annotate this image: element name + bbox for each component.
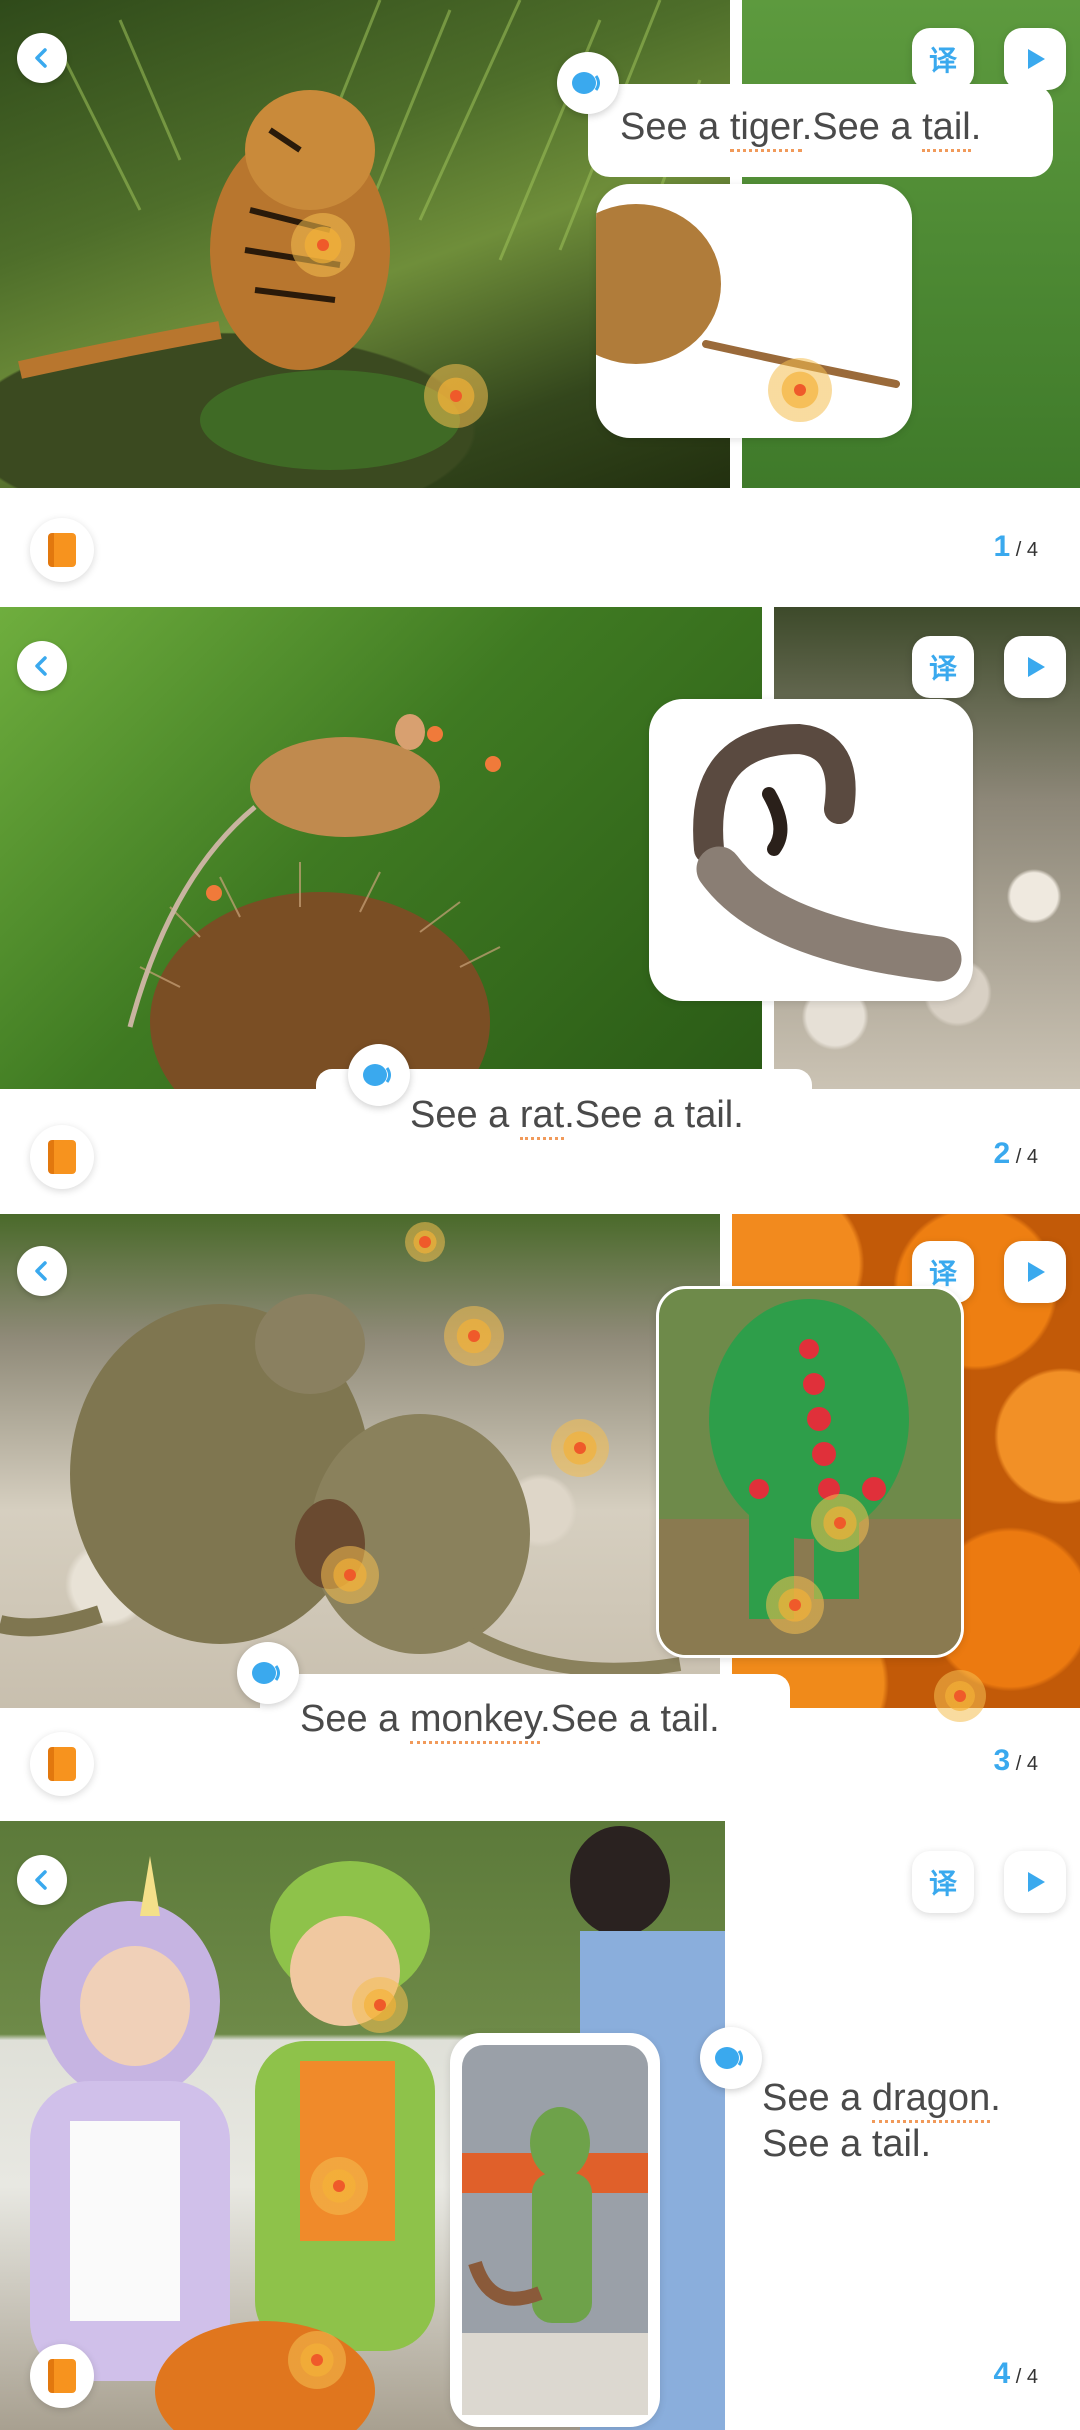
hotspot[interactable] <box>424 364 488 428</box>
back-button[interactable] <box>17 641 67 691</box>
chevron-left-icon <box>35 48 47 68</box>
play-icon <box>1028 49 1045 69</box>
chevron-left-icon <box>35 1870 47 1890</box>
vocab-word[interactable]: monkey <box>409 1698 541 1744</box>
speaker-icon <box>715 2047 743 2069</box>
hotspot-dot[interactable] <box>206 885 222 901</box>
page-total: / 4 <box>1015 1753 1038 1775</box>
back-button[interactable] <box>17 1246 67 1296</box>
hotspot-dot[interactable] <box>427 726 443 742</box>
translate-button[interactable]: 译 <box>912 1851 974 1913</box>
translate-button[interactable]: 译 <box>912 636 974 698</box>
squirrel-tail-image <box>693 723 962 982</box>
speaker-icon <box>572 72 600 94</box>
hotspot-dot[interactable] <box>485 756 501 772</box>
bookshelf-button[interactable] <box>30 1732 94 1796</box>
page-current: 3 <box>993 1744 1011 1777</box>
bookshelf-button[interactable] <box>30 1125 94 1189</box>
vocab-word[interactable]: rat <box>519 1094 565 1140</box>
play-icon <box>1028 1262 1045 1282</box>
reader-page-2: 译 See a rat.See a tail. 2 / 4 <box>0 607 1080 1214</box>
audio-button[interactable] <box>700 2027 762 2089</box>
sentence-part: See a <box>300 1698 410 1740</box>
play-button[interactable] <box>1004 28 1066 90</box>
page-total: / 4 <box>1015 539 1038 561</box>
sentence-part: . <box>970 106 982 148</box>
page-indicator: 1 / 4 <box>994 530 1039 564</box>
play-button[interactable] <box>1004 1851 1066 1913</box>
audio-button[interactable] <box>557 52 619 114</box>
page-indicator: 4 / 4 <box>994 2357 1039 2391</box>
sentence-text[interactable]: See a monkey.See a tail. <box>300 1696 720 1744</box>
reader-page-1: 译 See a tiger.See a tail. 1 / 4 <box>0 0 1080 607</box>
tail-card[interactable] <box>450 2033 660 2427</box>
page-indicator: 2 / 4 <box>994 1137 1039 1171</box>
hotspot[interactable] <box>321 1546 379 1604</box>
hotspot[interactable] <box>405 1222 445 1262</box>
page-current: 1 <box>993 530 1011 563</box>
bookshelf-button[interactable] <box>30 518 94 582</box>
audio-button[interactable] <box>348 1044 410 1106</box>
sentence-part: See a <box>762 2077 872 2119</box>
sentence-part: See a <box>620 106 730 148</box>
sentence-part: . <box>990 2077 1001 2119</box>
translate-label: 译 <box>928 44 957 77</box>
hotspot[interactable] <box>444 1306 504 1366</box>
dragon-costume-image <box>462 2045 648 2415</box>
page-total: / 4 <box>1015 1146 1038 1168</box>
translate-label: 译 <box>928 1867 957 1900</box>
play-icon <box>1028 657 1045 677</box>
rat-photo <box>0 607 762 1089</box>
audio-button[interactable] <box>237 1642 299 1704</box>
sentence-text[interactable]: See a tiger.See a tail. <box>620 104 982 152</box>
back-button[interactable] <box>17 33 67 83</box>
sentence-part: .See a <box>801 106 923 148</box>
hotspot[interactable] <box>352 1977 408 2033</box>
sentence-part: See a tail. <box>762 2123 931 2165</box>
reader-page-4: 译 See a dragon. See a tail. 4 / 4 <box>0 1821 1080 2430</box>
chevron-left-icon <box>35 1261 47 1281</box>
reader-page-3: 译 See a monkey.See a tail. 3 / 4 <box>0 1214 1080 1821</box>
chevron-left-icon <box>35 656 47 676</box>
hotspot[interactable] <box>934 1670 986 1722</box>
vocab-word[interactable]: tail <box>922 106 971 152</box>
sentence-line-1[interactable]: See a dragon. <box>762 2075 1001 2123</box>
speaker-icon <box>363 1064 391 1086</box>
hotspot[interactable] <box>310 2157 368 2215</box>
sentence-part: .See a tail. <box>564 1094 744 1136</box>
hotspot[interactable] <box>811 1494 869 1552</box>
back-button[interactable] <box>17 1855 67 1905</box>
bookshelf-button[interactable] <box>30 2344 94 2408</box>
page-current: 2 <box>993 1137 1011 1170</box>
translate-button[interactable]: 译 <box>912 28 974 90</box>
hotspot[interactable] <box>766 1576 824 1634</box>
book-icon <box>48 533 76 567</box>
tail-card[interactable] <box>596 184 912 438</box>
page-total: / 4 <box>1015 2366 1038 2388</box>
page-current: 4 <box>993 2357 1011 2390</box>
hotspot[interactable] <box>288 2331 346 2389</box>
play-button[interactable] <box>1004 636 1066 698</box>
baboon-photo <box>0 1214 720 1708</box>
sentence-text[interactable]: See a rat.See a tail. <box>410 1092 744 1140</box>
book-icon <box>48 1747 76 1781</box>
sentence-part: .See a tail. <box>540 1698 720 1740</box>
vocab-word[interactable]: dragon <box>871 2077 991 2123</box>
book-icon <box>48 1140 76 1174</box>
sentence-line-2[interactable]: See a tail. <box>762 2121 931 2167</box>
book-icon <box>48 2359 76 2393</box>
play-icon <box>1028 1872 1045 1892</box>
rat-tail-image <box>596 204 900 388</box>
sentence-part: See a <box>410 1094 520 1136</box>
play-button[interactable] <box>1004 1241 1066 1303</box>
translate-label: 译 <box>928 652 957 685</box>
page-indicator: 3 / 4 <box>994 1744 1039 1778</box>
hotspot[interactable] <box>551 1419 609 1477</box>
vocab-word[interactable]: tiger <box>729 106 802 152</box>
tail-card[interactable] <box>649 699 973 1001</box>
hotspot[interactable] <box>291 213 355 277</box>
hotspot[interactable] <box>768 358 832 422</box>
speaker-icon <box>252 1662 280 1684</box>
